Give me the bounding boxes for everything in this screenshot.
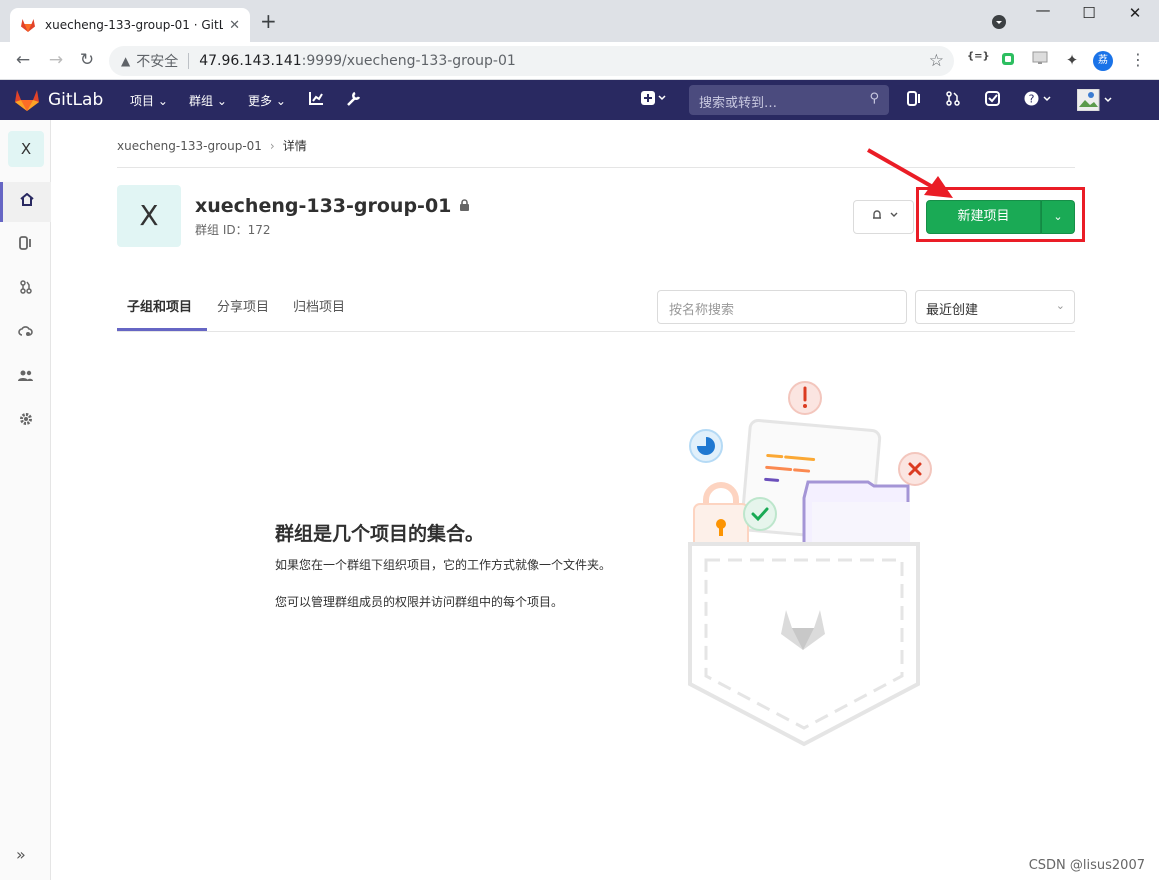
tab-shared-projects[interactable]: 分享项目 [217,296,269,315]
group-title: xuecheng-133-group-01 [195,195,470,217]
browser-tab[interactable]: xuecheng-133-group-01 · GitL ✕ [10,8,250,42]
todos-icon[interactable] [985,91,1000,110]
empty-state-text-1: 如果您在一个群组下组织项目，它的工作方式就像一个文件夹。 [275,558,612,572]
gitlab-favicon-icon [21,19,35,32]
group-id: 群组 ID：172 [195,223,271,237]
collapse-sidebar-icon[interactable]: » [16,845,26,864]
breadcrumb-group-link[interactable]: xuecheng-133-group-01 [117,139,262,153]
tab-subgroups-projects[interactable]: 子组和项目 [127,296,192,315]
extensions-puzzle-icon[interactable]: ✦ [1062,51,1082,69]
lock-icon [459,199,470,215]
reload-icon[interactable]: ↻ [76,50,98,70]
search-icon: ⚲ [869,91,879,106]
breadcrumb-current: 详情 [282,139,307,153]
new-project-button[interactable]: 新建项目 [926,200,1041,234]
tab-archived-projects[interactable]: 归档项目 [293,296,345,315]
new-tab-button[interactable]: + [260,11,277,31]
warning-icon[interactable]: ▲ [121,54,130,68]
browser-profile-menu-icon[interactable] [984,15,1014,32]
sidebar-item-settings[interactable] [0,402,51,442]
address-bar[interactable]: ▲ 不安全 47.96.143.141 :9999/xuecheng-133-g… [109,46,954,76]
profile-avatar[interactable]: 荔 [1093,51,1113,71]
sidebar-item-issues[interactable] [0,226,51,266]
group-sidebar: X » [0,120,51,880]
bell-chevron-icon [872,210,897,219]
users-icon [18,370,33,381]
browser-tab-bar: xuecheng-133-group-01 · GitL ✕ + — ☐ ✕ [0,0,1159,42]
empty-state-text-2: 您可以管理群组成员的权限并访问群组中的每个项目。 [275,595,564,609]
browser-tab-title: xuecheng-133-group-01 · GitL [45,18,224,32]
new-project-dropdown-toggle[interactable]: ⌄ [1041,200,1075,234]
gitlab-brand: GitLab [48,90,104,110]
filter-search-input[interactable]: 按名称搜索 [657,290,907,324]
merge-requests-icon[interactable] [946,91,960,110]
chevron-down-icon: ⌄ [1055,299,1065,312]
json-extension-icon[interactable]: {=} [967,51,990,62]
sidebar-item-merge-requests[interactable] [0,270,51,310]
window-close-icon[interactable]: ✕ [1120,4,1150,22]
help-icon[interactable]: ? [1024,91,1054,110]
admin-wrench-icon[interactable] [346,91,361,110]
sidebar-item-members[interactable] [0,358,51,398]
nav-more[interactable]: 更多 ⌄ [248,92,286,109]
nav-projects[interactable]: 项目 ⌄ [130,92,168,109]
home-icon [20,192,34,206]
cloud-gear-icon [18,326,33,336]
browser-menu-icon[interactable]: ⋮ [1130,50,1146,69]
browser-toolbar: ← → ↻ ▲ 不安全 47.96.143.141 :9999/xuecheng… [0,42,1159,80]
maximize-icon[interactable]: ☐ [1074,4,1104,22]
notification-dropdown[interactable] [853,200,914,234]
issues-icon[interactable] [907,91,922,110]
nav-groups[interactable]: 群组 ⌄ [189,92,227,109]
svg-text:?: ? [1029,93,1035,106]
breadcrumb-chevron-icon: › [269,139,275,153]
gitlab-header: GitLab 项目 ⌄ 群组 ⌄ 更多 ⌄ 搜索或转到… ⚲ ? [0,80,1159,120]
gear-icon [19,413,32,425]
sidebar-item-overview[interactable] [0,182,51,222]
global-search-input[interactable]: 搜索或转到… ⚲ [689,85,889,115]
watermark: CSDN @lisus2007 [1028,858,1145,873]
gitlab-home-link[interactable]: GitLab [14,88,103,112]
screenshot-extension-icon[interactable] [1030,51,1050,69]
sidebar-item-kubernetes[interactable] [0,314,51,354]
breadcrumb: xuecheng-133-group-01 › 详情 [117,137,307,154]
bookmark-star-icon[interactable]: ☆ [929,51,944,71]
sort-dropdown[interactable]: 最近创建 ⌄ [915,290,1075,324]
forward-icon[interactable]: → [45,50,67,70]
insecure-label[interactable]: 不安全 [136,51,178,71]
sidebar-group-avatar[interactable]: X [8,131,44,167]
close-tab-icon[interactable]: ✕ [229,18,240,33]
tabs-divider [117,331,1075,332]
new-item-plus-icon[interactable] [641,91,669,109]
empty-state-title: 群组是几个项目的集合。 [275,523,485,545]
user-avatar-icon[interactable] [1076,88,1115,115]
merge-request-icon [19,280,32,294]
url-host: 47.96.143.141 [199,53,302,69]
group-avatar: X [117,185,181,247]
evernote-extension-icon[interactable] [998,51,1018,71]
back-icon[interactable]: ← [12,50,34,70]
activity-chart-icon[interactable] [309,91,324,109]
address-divider [188,53,190,69]
minimize-icon[interactable]: — [1028,1,1058,19]
gitlab-logo-icon [15,90,39,111]
url-path: :9999/xuecheng-133-group-01 [301,53,516,69]
empty-state-illustration [688,381,932,747]
issues-icon [19,236,31,250]
